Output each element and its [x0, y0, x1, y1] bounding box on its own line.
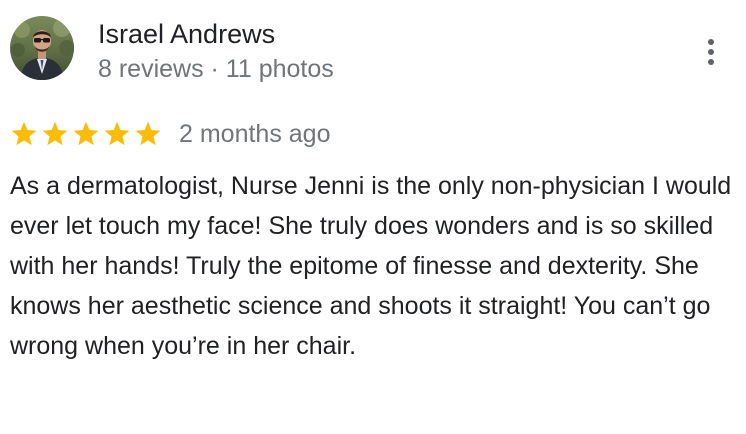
review-date: 2 months ago: [179, 120, 331, 148]
review-text: As a dermatologist, Nurse Jenni is the o…: [10, 172, 732, 360]
author-meta: 8 reviews · 11 photos: [98, 55, 334, 83]
author-avatar[interactable]: [10, 16, 74, 80]
more-vert-icon: [708, 39, 714, 65]
star-icon: [135, 121, 161, 146]
star-icon: [104, 121, 130, 146]
review-card: Israel Andrews 8 reviews · 11 photos 2 m…: [0, 0, 746, 434]
star-rating: [10, 120, 162, 148]
rating-row: 2 months ago: [10, 116, 331, 152]
more-options-button[interactable]: [694, 32, 728, 72]
star-icon: [11, 121, 37, 146]
star-icon: [73, 121, 99, 146]
avatar-image: [10, 16, 74, 80]
author-name[interactable]: Israel Andrews: [98, 16, 275, 52]
star-icon: [42, 121, 68, 146]
